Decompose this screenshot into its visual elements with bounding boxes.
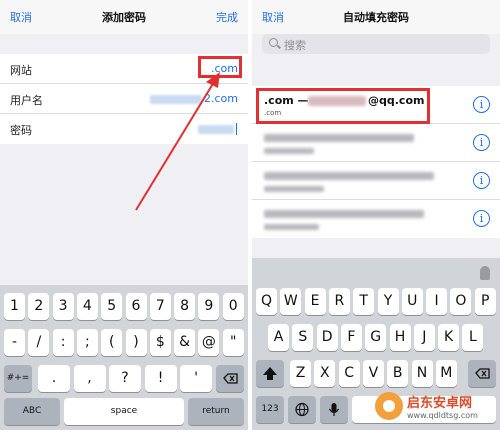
- key[interactable]: X: [314, 360, 336, 387]
- key[interactable]: ,: [73, 365, 106, 392]
- watermark: 启东安卓网 www.qdldtsg.com: [375, 390, 495, 426]
- key[interactable]: V: [362, 360, 384, 387]
- key[interactable]: U: [401, 288, 423, 315]
- key[interactable]: D: [316, 324, 338, 351]
- search-icon: [269, 38, 278, 47]
- backspace-key[interactable]: [216, 365, 244, 392]
- redacted-subtitle: [264, 186, 324, 192]
- key[interactable]: 9: [198, 293, 220, 320]
- key[interactable]: K: [438, 324, 460, 351]
- redacted-title: [264, 210, 424, 218]
- autofill-password-screen: 取消 自动填充密码 搜索 .com — @qq.com .com i i i i: [252, 0, 500, 430]
- key[interactable]: 4: [76, 293, 98, 320]
- key[interactable]: ?: [109, 365, 141, 392]
- return-key[interactable]: return: [188, 398, 244, 425]
- key[interactable]: 6: [125, 293, 147, 320]
- key[interactable]: !: [144, 365, 177, 392]
- info-icon[interactable]: i: [473, 172, 490, 189]
- key[interactable]: 3: [52, 293, 74, 320]
- info-icon[interactable]: i: [473, 96, 490, 113]
- info-icon[interactable]: i: [473, 134, 490, 151]
- numeric-keyboard: 1234567890 - /:;() $ & @ " .,?! ' #+= ABC spac…: [0, 285, 248, 430]
- abc-key[interactable]: ABC: [4, 398, 60, 425]
- microphone-icon: [328, 403, 340, 416]
- key[interactable]: ;: [76, 329, 98, 356]
- key[interactable]: 0: [222, 293, 244, 320]
- key[interactable]: (: [101, 329, 123, 356]
- key[interactable]: B: [387, 360, 409, 387]
- key[interactable]: R: [328, 288, 350, 315]
- key[interactable]: &: [174, 329, 196, 356]
- redacted-title: [264, 134, 414, 142]
- key[interactable]: H: [389, 324, 411, 351]
- list-item[interactable]: i: [252, 162, 500, 200]
- key[interactable]: E: [304, 288, 326, 315]
- list-item[interactable]: i: [252, 124, 500, 162]
- redacted-subtitle: [264, 224, 319, 230]
- key[interactable]: O: [450, 288, 472, 315]
- key[interactable]: P: [474, 288, 496, 315]
- shift-key[interactable]: [256, 360, 284, 387]
- key[interactable]: Z: [290, 360, 311, 387]
- key[interactable]: ": [222, 329, 244, 356]
- key[interactable]: ): [125, 329, 147, 356]
- key[interactable]: ': [180, 365, 212, 392]
- key[interactable]: .: [38, 365, 70, 392]
- dictation-icon: [480, 266, 490, 280]
- redacted-subtitle: [264, 148, 314, 154]
- key[interactable]: @: [198, 329, 220, 356]
- page-title: 自动填充密码: [343, 11, 409, 24]
- search-placeholder: 搜索: [284, 39, 306, 52]
- key[interactable]: L: [462, 324, 484, 351]
- list-item[interactable]: i: [252, 200, 500, 238]
- space-key[interactable]: space: [64, 398, 184, 425]
- arrow-annotation: [135, 72, 220, 211]
- key[interactable]: :: [52, 329, 74, 356]
- mic-key[interactable]: [320, 396, 348, 423]
- key[interactable]: $: [149, 329, 171, 356]
- watermark-title: 启东安卓网: [407, 396, 473, 411]
- key[interactable]: S: [292, 324, 314, 351]
- add-password-screen: 取消 添加密码 完成 网站 .com 用户名 2.com 密码 12345678…: [0, 0, 248, 430]
- numbers-key[interactable]: 123: [256, 396, 284, 423]
- globe-key[interactable]: [288, 396, 316, 423]
- key[interactable]: M: [435, 360, 457, 387]
- key[interactable]: C: [338, 360, 360, 387]
- key[interactable]: 1: [4, 293, 25, 320]
- watermark-url: www.qdldtsg.com: [407, 411, 478, 420]
- backspace-key[interactable]: [468, 360, 496, 387]
- key[interactable]: 2: [28, 293, 50, 320]
- backspace-icon: [223, 373, 238, 384]
- redacted-title: [264, 172, 434, 180]
- key[interactable]: N: [411, 360, 433, 387]
- key[interactable]: 8: [174, 293, 196, 320]
- key[interactable]: Q: [256, 288, 277, 315]
- key[interactable]: 5: [101, 293, 123, 320]
- backspace-icon: [475, 368, 490, 379]
- key[interactable]: Y: [377, 288, 399, 315]
- info-icon[interactable]: i: [473, 210, 490, 227]
- key[interactable]: F: [340, 324, 362, 351]
- symbols-key[interactable]: #+=: [4, 365, 32, 392]
- key[interactable]: W: [280, 288, 302, 315]
- search-bar[interactable]: 搜索: [262, 34, 490, 54]
- key[interactable]: /: [28, 329, 50, 356]
- globe-icon: [295, 402, 309, 417]
- key[interactable]: A: [268, 324, 289, 351]
- key[interactable]: J: [413, 324, 435, 351]
- nav-bar: 取消 自动填充密码: [252, 0, 500, 34]
- key[interactable]: G: [365, 324, 387, 351]
- shift-icon: [263, 367, 277, 380]
- key[interactable]: T: [353, 288, 375, 315]
- highlight-box: [256, 88, 430, 124]
- key[interactable]: -: [4, 329, 25, 356]
- watermark-logo-icon: [375, 392, 403, 420]
- key[interactable]: I: [426, 288, 448, 315]
- key[interactable]: 7: [149, 293, 171, 320]
